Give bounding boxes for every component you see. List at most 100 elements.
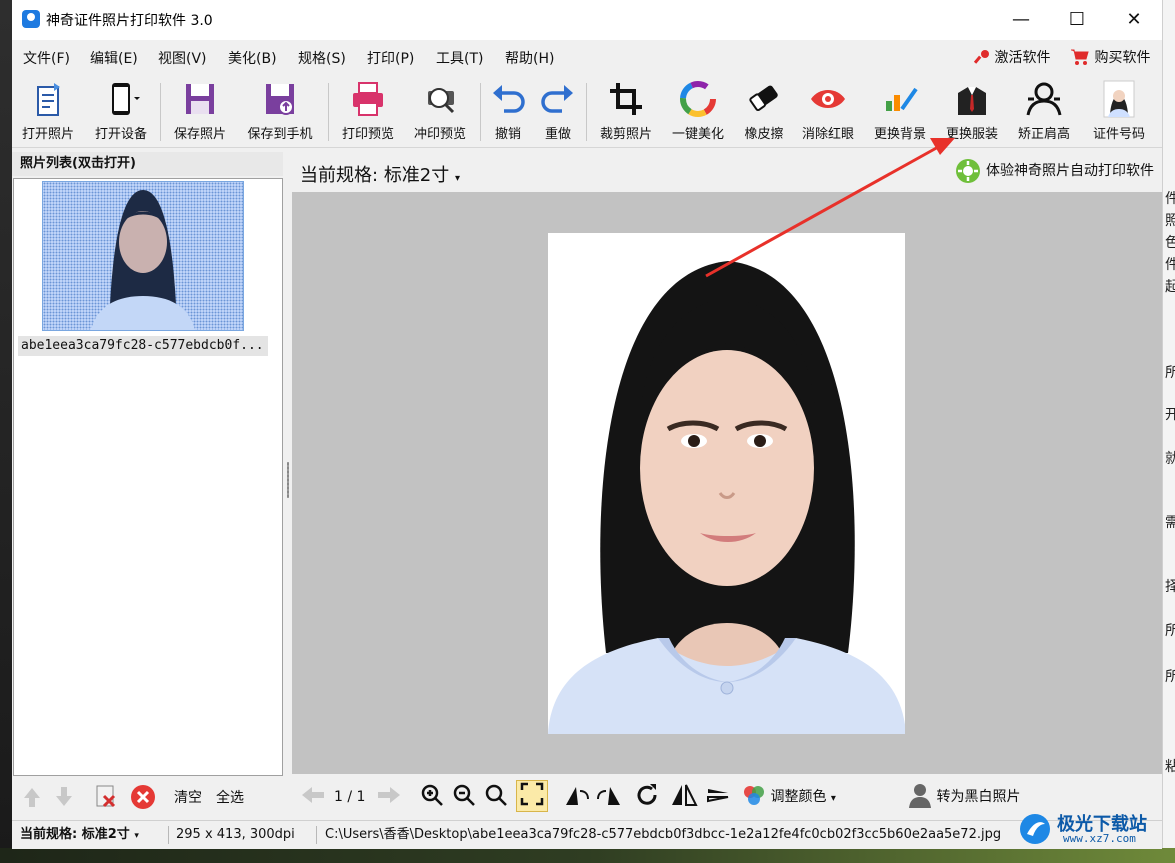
adjust-color-dropdown[interactable]: 调整颜色 ▾ — [742, 782, 836, 812]
zoom-actual-icon[interactable] — [484, 782, 508, 812]
fit-window-icon[interactable] — [516, 780, 548, 812]
open-photo-label: 打开照片 — [21, 127, 74, 142]
window-title: 神奇证件照片打印软件 3.0 — [46, 13, 213, 29]
save-photo-button[interactable]: 保存照片 — [168, 79, 232, 145]
next-page-icon[interactable] — [376, 782, 402, 812]
to-bw-button[interactable]: 转为黑白照片 — [908, 782, 1020, 812]
move-down-arrow-icon[interactable] — [54, 786, 74, 812]
flip-horizontal-icon[interactable] — [670, 782, 698, 812]
redo-button[interactable]: 重做 — [536, 79, 580, 145]
refresh-icon[interactable] — [634, 782, 660, 812]
toolbar-separator — [160, 83, 161, 141]
eraser-label: 橡皮擦 — [744, 127, 784, 142]
rotate-right-icon[interactable] — [596, 782, 624, 812]
phone-icon — [112, 83, 140, 115]
open-photo-icon — [37, 83, 60, 116]
dropdown-arrow-icon: ▾ — [134, 831, 139, 841]
save-icon — [186, 84, 214, 114]
panel-splitter[interactable] — [285, 152, 291, 818]
desktop-clipped-text: 所 — [1165, 620, 1175, 640]
delete-circle-icon[interactable] — [130, 784, 156, 814]
id-number-button[interactable]: 证件号码 — [1084, 79, 1154, 145]
desktop-clipped-text: 色 — [1165, 232, 1175, 252]
save-to-phone-button[interactable]: 保存到手机 — [240, 79, 320, 145]
portrait-image — [548, 233, 905, 734]
eraser-button[interactable]: 橡皮擦 — [736, 79, 792, 145]
buy-link[interactable]: 购买软件 — [1070, 47, 1150, 67]
try-auto-print-link[interactable]: 体验神奇照片自动打印软件 — [952, 158, 1154, 184]
flip-vertical-icon[interactable] — [704, 782, 732, 812]
desktop-clipped-text: 所 — [1165, 666, 1175, 686]
close-button[interactable]: ✕ — [1105, 0, 1163, 40]
cart-icon — [1071, 49, 1089, 65]
photo-thumbnail[interactable] — [42, 181, 244, 331]
app-logo-icon — [22, 10, 40, 28]
menu-tools[interactable]: 工具(T) — [436, 48, 483, 68]
shoulder-icon — [1026, 82, 1062, 116]
open-device-label: 打开设备 — [94, 127, 147, 142]
undo-icon — [493, 85, 525, 113]
menu-file[interactable]: 文件(F) — [23, 48, 70, 68]
develop-preview-button[interactable]: 冲印预览 — [408, 79, 472, 145]
menu-edit[interactable]: 编辑(E) — [90, 48, 138, 68]
activate-link[interactable]: 激活软件 — [973, 47, 1050, 67]
undo-label: 撤销 — [494, 127, 521, 142]
print-preview-button[interactable]: 打印预览 — [336, 79, 400, 145]
print-preview-label: 打印预览 — [341, 127, 394, 142]
desktop-clipped-text: 开 — [1165, 404, 1175, 424]
desktop-clipped-text: 就 — [1165, 448, 1175, 468]
move-up-arrow-icon[interactable] — [22, 786, 42, 812]
fix-shoulder-button[interactable]: 矫正肩高 — [1012, 79, 1076, 145]
desktop-clipped-text: 所 — [1165, 362, 1175, 382]
id-photo[interactable] — [548, 233, 905, 734]
menu-spec[interactable]: 规格(S) — [298, 48, 346, 68]
gear-badge-icon — [956, 159, 980, 183]
zoom-out-icon[interactable] — [452, 782, 476, 812]
desktop-right-edge: 件照色件起所开就需择所所粘 — [1162, 0, 1175, 863]
dropdown-arrow-icon: ▾ — [455, 173, 461, 184]
desktop-clipped-text: 件 — [1165, 188, 1175, 208]
crop-button[interactable]: 裁剪照片 — [594, 79, 658, 145]
minimize-button[interactable]: — — [992, 0, 1050, 40]
change-clothes-button[interactable]: 更换服装 — [940, 79, 1004, 145]
main-area: 当前规格: 标准2寸 ▾ 体验神奇照片自动打印软件 1 / 1 调整颜色 ▾ 转… — [292, 152, 1162, 818]
clear-button[interactable]: 清空 — [174, 787, 202, 807]
adjust-color-label: 调整颜色 — [770, 789, 827, 805]
eye-icon — [811, 90, 845, 108]
try-auto-print-label: 体验神奇照片自动打印软件 — [986, 163, 1154, 179]
status-bar: 当前规格: 标准2寸 ▾ 295 x 413, 300dpi C:\Users\… — [12, 820, 1162, 849]
red-eye-label: 消除红眼 — [801, 127, 854, 142]
photo-canvas[interactable] — [292, 192, 1162, 774]
current-spec-dropdown[interactable]: 当前规格: 标准2寸 ▾ — [300, 161, 460, 187]
save-to-phone-label: 保存到手机 — [247, 127, 313, 142]
page-indicator: 1 / 1 — [334, 789, 366, 805]
status-spec-dropdown[interactable]: 当前规格: 标准2寸 ▾ — [20, 821, 139, 850]
remove-photo-icon[interactable] — [94, 784, 118, 814]
desktop-clipped-text: 粘 — [1165, 756, 1175, 776]
beautify-button[interactable]: 一键美化 — [666, 79, 730, 145]
open-device-button[interactable]: 打开设备 — [88, 79, 154, 145]
crop-icon — [610, 83, 642, 115]
status-spec-prefix: 当前规格: — [20, 827, 78, 842]
id-portrait-icon — [1103, 80, 1135, 118]
maximize-button[interactable]: ☐ — [1048, 0, 1106, 40]
open-photo-button[interactable]: 打开照片 — [16, 79, 80, 145]
undo-button[interactable]: 撤销 — [486, 79, 530, 145]
red-eye-button[interactable]: 消除红眼 — [796, 79, 860, 145]
status-separator — [168, 826, 169, 844]
photo-list[interactable]: abe1eea3ca79fc28-c577ebdcb0f... — [13, 178, 283, 776]
select-all-button[interactable]: 全选 — [216, 787, 244, 807]
menu-help[interactable]: 帮助(H) — [505, 48, 554, 68]
watermark-logo-icon — [1020, 814, 1050, 844]
watermark-url: www.xz7.com — [1063, 832, 1136, 845]
rotate-left-icon[interactable] — [562, 782, 590, 812]
menu-print[interactable]: 打印(P) — [367, 48, 414, 68]
id-number-label: 证件号码 — [1092, 127, 1145, 142]
key-icon — [973, 50, 989, 64]
zoom-in-icon[interactable] — [420, 782, 444, 812]
change-background-button[interactable]: 更换背景 — [868, 79, 932, 145]
dropdown-arrow-icon: ▾ — [830, 793, 836, 804]
menu-beautify[interactable]: 美化(B) — [228, 48, 277, 68]
menu-view[interactable]: 视图(V) — [158, 48, 207, 68]
prev-page-icon[interactable] — [300, 782, 326, 812]
